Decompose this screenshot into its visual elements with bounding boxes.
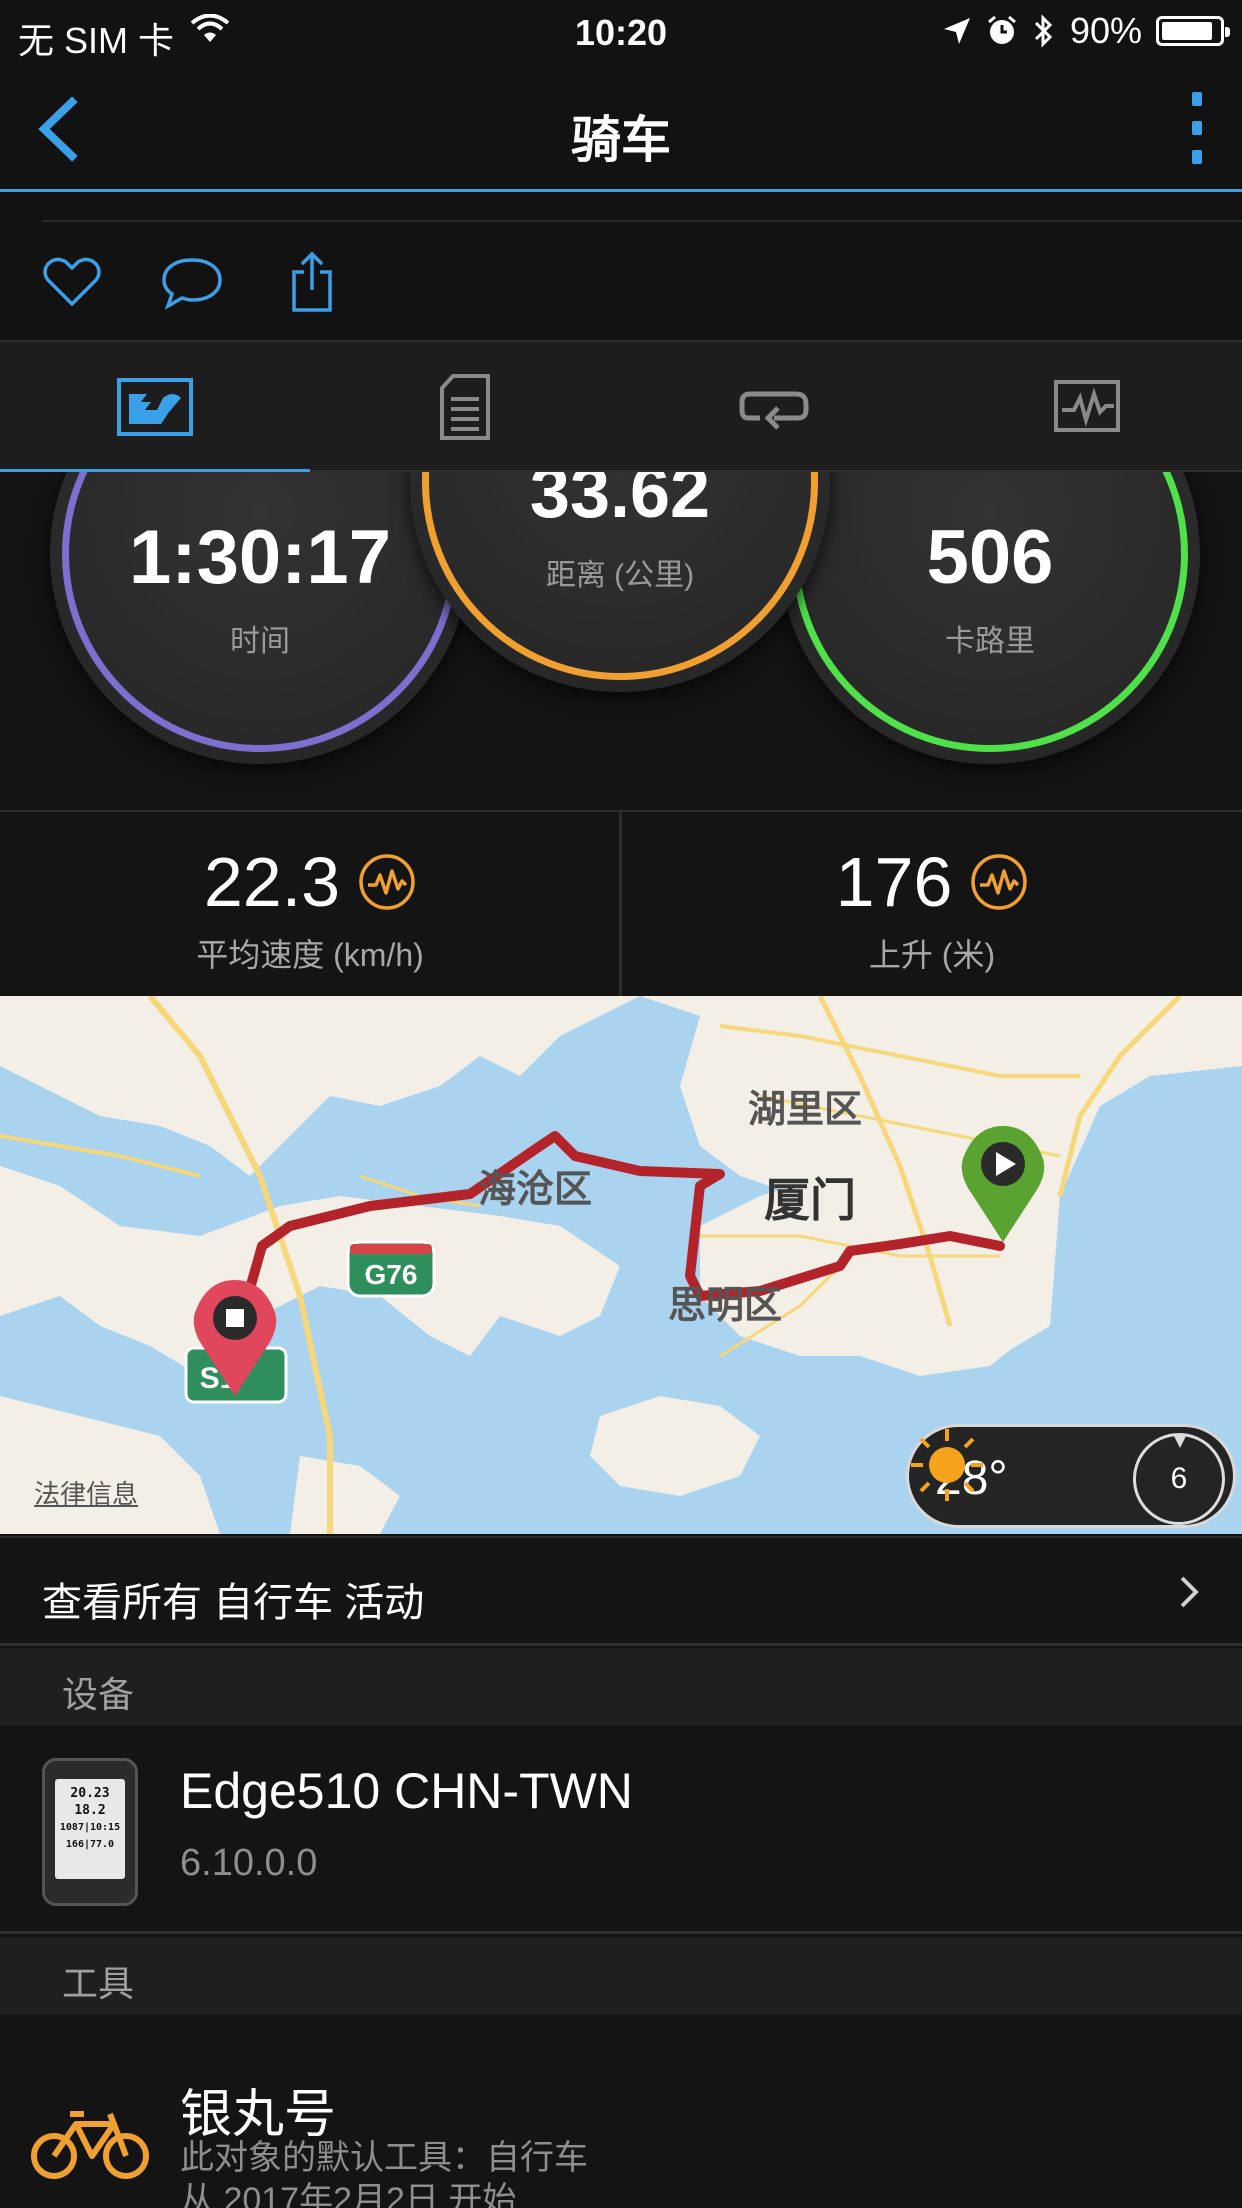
- device-screen-line: 18.2: [74, 1803, 106, 1818]
- wind-speed: 6: [1170, 1462, 1188, 1495]
- legal-info-link[interactable]: 法律信息: [34, 1474, 138, 1511]
- device-row[interactable]: 20.23 18.2 1087|10:15 166|77.0 Edge510 C…: [0, 1726, 1242, 1934]
- more-options-icon[interactable]: [1182, 92, 1212, 164]
- details-document-icon: [440, 374, 490, 440]
- view-all-activities-row[interactable]: 查看所有 自行车 活动: [0, 1536, 1242, 1646]
- section-header-gear-label: 工具: [62, 1963, 135, 2004]
- status-bar: 无 SIM 卡 10:20 90%: [0, 0, 1242, 61]
- time-label: 时间: [230, 625, 290, 658]
- share-icon[interactable]: [280, 250, 344, 314]
- ascent-value: 176: [835, 843, 953, 921]
- section-header-gear: 工具: [0, 1937, 1242, 2015]
- navigation-bar: 骑车: [0, 60, 1242, 192]
- map-label-xiamen: 厦门: [764, 1174, 856, 1226]
- route-map[interactable]: G76 S1 湖里区 海沧区 厦门 思明区 法律信息 28° 6: [0, 996, 1242, 1534]
- device-screen: 20.23 18.2 1087|10:15 166|77.0: [55, 1779, 125, 1879]
- carrier-label: 无 SIM 卡: [18, 20, 175, 61]
- calories-value: 506: [926, 515, 1054, 600]
- laps-loop-icon: [739, 391, 809, 430]
- device-screen-line: 1087|10:15: [59, 1822, 121, 1833]
- road-shield-g76: G76: [346, 1240, 436, 1298]
- pulse-wave-icon: [971, 854, 1028, 910]
- comment-bubble-icon[interactable]: [160, 250, 224, 314]
- tab-overview[interactable]: [0, 342, 310, 474]
- tab-laps[interactable]: [620, 342, 930, 472]
- ascent-stat[interactable]: 176 上升 (米): [622, 812, 1242, 996]
- calories-label: 卡路里: [945, 625, 1035, 658]
- device-thumbnail: 20.23 18.2 1087|10:15 166|77.0: [42, 1758, 138, 1906]
- avg-speed-value: 22.3: [203, 843, 341, 921]
- device-name: Edge510 CHN-TWN: [180, 1763, 633, 1819]
- calories-ring[interactable]: 506 卡路里: [780, 472, 1200, 764]
- map-label-huli: 湖里区: [748, 1089, 863, 1131]
- route-end-pin-icon[interactable]: [190, 1276, 280, 1400]
- section-header-device: 设备: [0, 1648, 1242, 1726]
- time-value: 1:30:17: [129, 515, 391, 600]
- view-all-activities-label: 查看所有 自行车 活动: [42, 1581, 425, 1625]
- bluetooth-icon: [1034, 14, 1053, 48]
- map-label-haicang: 海沧区: [478, 1169, 593, 1211]
- alarm-icon: [987, 15, 1016, 44]
- divider: [42, 220, 1242, 222]
- bicycle-icon: [31, 2111, 149, 2179]
- tab-details[interactable]: [310, 342, 620, 472]
- device-screen-line: 20.23: [70, 1786, 110, 1801]
- distance-label: 距离 (公里): [545, 559, 695, 592]
- activity-tab-bar: [0, 340, 1242, 474]
- chevron-right-icon: [1180, 1576, 1199, 1608]
- back-chevron-icon[interactable]: [28, 94, 88, 164]
- weather-widget[interactable]: 28° 6: [906, 1424, 1236, 1528]
- battery-fill: [1162, 22, 1213, 40]
- tab-graphs[interactable]: [932, 342, 1242, 472]
- social-action-row: [0, 195, 1242, 340]
- like-heart-icon[interactable]: [40, 250, 104, 314]
- avg-speed-label: 平均速度 (km/h): [196, 937, 424, 973]
- distance-ring[interactable]: 33.62 距离 (公里): [410, 472, 830, 692]
- page-title: 骑车: [571, 112, 671, 168]
- summary-rings: 1:30:17 时间 506 卡路里 33.62 距离 (公里): [0, 472, 1242, 810]
- time-ring[interactable]: 1:30:17 时间: [50, 472, 470, 764]
- road-shield-g76-label: G76: [365, 1259, 418, 1290]
- device-version: 6.10.0.0: [180, 1842, 318, 1884]
- pulse-wave-icon: [359, 854, 415, 910]
- battery-percent: 90%: [1069, 10, 1142, 51]
- stats-row: 22.3 平均速度 (km/h) 176 上升 (米): [0, 810, 1242, 996]
- gear-since: 从 2017年2月2日 开始: [180, 2181, 517, 2208]
- device-screen-line: 166|77.0: [65, 1839, 115, 1850]
- gear-row[interactable]: 银丸号 此对象的默认工具：自行车 从 2017年2月2日 开始: [0, 2016, 1242, 2208]
- battery-icon: [1156, 16, 1230, 46]
- ascent-label: 上升 (米): [868, 937, 996, 973]
- map-label-siming: 思明区: [668, 1285, 783, 1327]
- overview-chart-icon: [117, 378, 193, 436]
- route-start-pin-icon[interactable]: [958, 1122, 1048, 1246]
- graph-monitor-icon: [1054, 380, 1120, 432]
- sun-icon: [911, 1429, 983, 1501]
- wifi-icon: [190, 14, 230, 42]
- location-arrow-icon: [943, 18, 970, 44]
- wind-direction-icon: [1174, 1436, 1186, 1448]
- wind-indicator: 6: [1133, 1433, 1225, 1525]
- avg-speed-stat[interactable]: 22.3 平均速度 (km/h): [0, 812, 620, 996]
- section-header-device-label: 设备: [62, 1674, 135, 1715]
- distance-value: 33.62: [529, 472, 711, 533]
